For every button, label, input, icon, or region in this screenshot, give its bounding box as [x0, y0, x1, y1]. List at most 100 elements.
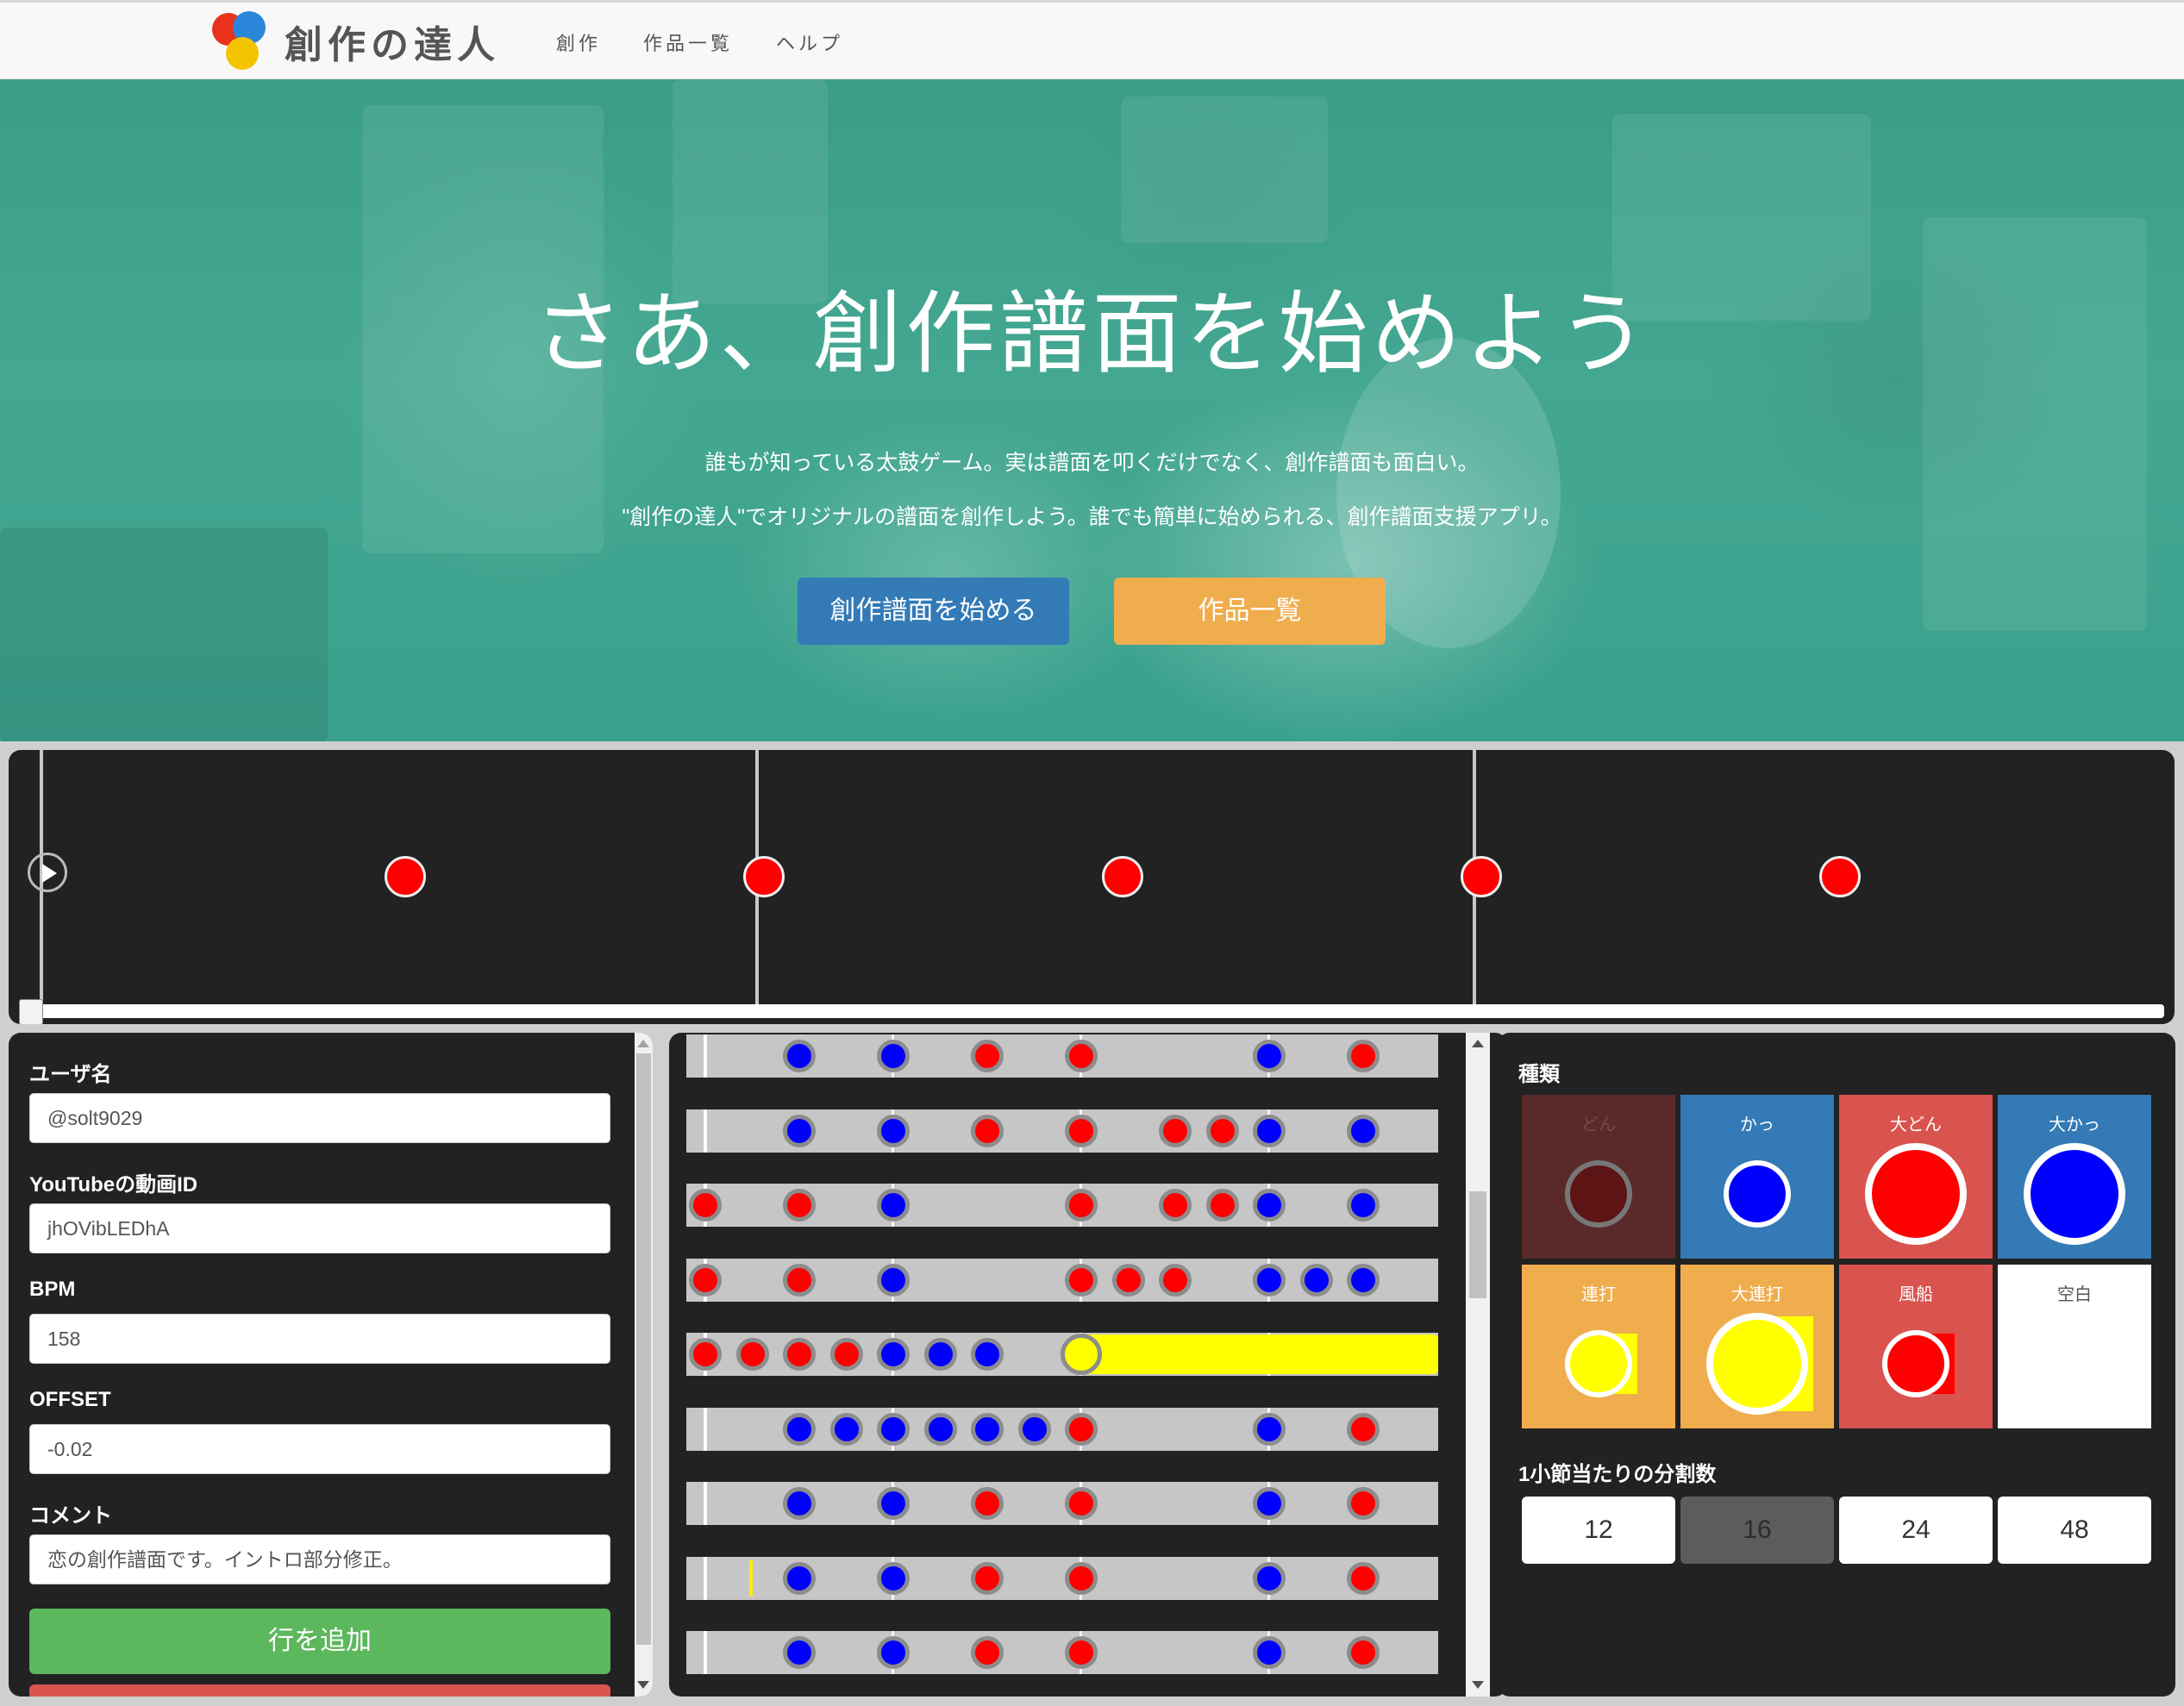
- delete-row-button[interactable]: [29, 1684, 610, 1697]
- note-don[interactable]: [1065, 1263, 1098, 1297]
- note-ka[interactable]: [1299, 1263, 1333, 1297]
- note-ka[interactable]: [877, 1040, 910, 1072]
- note-ka[interactable]: [923, 1412, 957, 1446]
- score-row[interactable]: [686, 1258, 1438, 1302]
- seek-bar[interactable]: [21, 1004, 2164, 1018]
- note-ka[interactable]: [877, 1487, 910, 1520]
- note-type-8[interactable]: 空白: [1998, 1265, 2151, 1428]
- score-row[interactable]: [686, 1109, 1438, 1153]
- note-ka[interactable]: [1253, 1114, 1286, 1147]
- scroll-up-icon[interactable]: [637, 1040, 649, 1047]
- note-don[interactable]: [1347, 1636, 1380, 1669]
- note-don[interactable]: [1065, 1114, 1098, 1147]
- note-ka[interactable]: [1017, 1412, 1051, 1446]
- note-type-5[interactable]: 連打: [1522, 1265, 1675, 1428]
- note-don[interactable]: [971, 1114, 1004, 1147]
- note-ka[interactable]: [1253, 1412, 1286, 1446]
- note-don[interactable]: [1159, 1114, 1192, 1147]
- note-don[interactable]: [1347, 1561, 1380, 1595]
- scroll-up-icon[interactable]: [1472, 1040, 1484, 1047]
- scrollbar-thumb[interactable]: [636, 1053, 651, 1645]
- note-type-1[interactable]: どん: [1522, 1095, 1675, 1259]
- note-ka[interactable]: [877, 1338, 910, 1371]
- note-ka[interactable]: [1253, 1189, 1286, 1222]
- score-editor[interactable]: [669, 1033, 1507, 1697]
- note-ka[interactable]: [1253, 1040, 1286, 1072]
- note-don[interactable]: [1347, 1487, 1380, 1520]
- note-type-7[interactable]: 風船: [1839, 1265, 1993, 1428]
- division-button-24[interactable]: 24: [1839, 1497, 1993, 1564]
- note-type-2[interactable]: かっ: [1680, 1095, 1834, 1259]
- note-don[interactable]: [783, 1189, 816, 1222]
- note-ka[interactable]: [877, 1561, 910, 1595]
- note-ka[interactable]: [783, 1561, 816, 1595]
- score-row[interactable]: [686, 1034, 1438, 1078]
- note-don[interactable]: [829, 1338, 863, 1371]
- note-ka[interactable]: [1347, 1189, 1380, 1222]
- score-row[interactable]: [686, 1482, 1438, 1525]
- note-don[interactable]: [1111, 1263, 1145, 1297]
- note-ka[interactable]: [1347, 1263, 1380, 1297]
- note-don[interactable]: [971, 1040, 1004, 1072]
- scroll-down-icon[interactable]: [1472, 1681, 1484, 1689]
- roll-bar[interactable]: [1081, 1334, 1438, 1374]
- note-ka[interactable]: [971, 1412, 1004, 1446]
- note-don[interactable]: [1065, 1040, 1098, 1072]
- note-roll[interactable]: [1061, 1334, 1102, 1375]
- note-ka[interactable]: [877, 1114, 910, 1147]
- note-ka[interactable]: [877, 1636, 910, 1669]
- offset-input[interactable]: -0.02: [29, 1424, 610, 1474]
- editor-scrollbar[interactable]: [1466, 1033, 1490, 1697]
- note-type-3[interactable]: 大どん: [1839, 1095, 1993, 1259]
- nav-link-works[interactable]: 作品一覧: [643, 28, 733, 56]
- note-don[interactable]: [1159, 1263, 1192, 1297]
- note-don[interactable]: [1205, 1189, 1239, 1222]
- logo-icon[interactable]: [212, 11, 274, 73]
- note-ka[interactable]: [1347, 1114, 1380, 1147]
- note-don[interactable]: [1065, 1561, 1098, 1595]
- add-row-button[interactable]: 行を追加: [29, 1609, 610, 1674]
- note-ka[interactable]: [971, 1338, 1004, 1371]
- note-don[interactable]: [1347, 1412, 1380, 1446]
- note-don[interactable]: [689, 1338, 722, 1371]
- score-row[interactable]: [686, 1556, 1438, 1600]
- form-scrollbar[interactable]: [635, 1033, 653, 1697]
- note-don[interactable]: [1159, 1189, 1192, 1222]
- note-don[interactable]: [783, 1263, 816, 1297]
- note-ka[interactable]: [783, 1412, 816, 1446]
- note-ka[interactable]: [923, 1338, 957, 1371]
- note-ka[interactable]: [877, 1412, 910, 1446]
- note-ka[interactable]: [877, 1263, 910, 1297]
- nav-link-help[interactable]: ヘルプ: [776, 28, 843, 56]
- note-don[interactable]: [1065, 1412, 1098, 1446]
- start-creating-button[interactable]: 創作譜面を始める: [798, 578, 1069, 645]
- note-ka[interactable]: [1253, 1636, 1286, 1669]
- comment-input[interactable]: 恋の創作譜面です。イントロ部分修正。: [29, 1534, 610, 1584]
- note-don[interactable]: [783, 1338, 816, 1371]
- video-player[interactable]: [9, 750, 2175, 1024]
- note-don[interactable]: [1065, 1636, 1098, 1669]
- note-don[interactable]: [689, 1189, 722, 1222]
- note-don[interactable]: [1065, 1189, 1098, 1222]
- note-don[interactable]: [735, 1338, 769, 1371]
- note-ka[interactable]: [1253, 1561, 1286, 1595]
- division-button-12[interactable]: 12: [1522, 1497, 1675, 1564]
- scrollbar-thumb[interactable]: [1469, 1191, 1486, 1298]
- note-ka[interactable]: [783, 1114, 816, 1147]
- note-ka[interactable]: [877, 1189, 910, 1222]
- video-id-input[interactable]: jhOVibLEDhA: [29, 1203, 610, 1253]
- score-row[interactable]: [686, 1184, 1438, 1227]
- username-input[interactable]: @solt9029: [29, 1093, 610, 1143]
- note-ka[interactable]: [783, 1636, 816, 1669]
- nav-link-create[interactable]: 創作: [556, 28, 601, 56]
- brand-title[interactable]: 創作の達人: [285, 14, 500, 69]
- note-type-4[interactable]: 大かっ: [1998, 1095, 2151, 1259]
- score-row[interactable]: [686, 1631, 1438, 1674]
- seek-handle[interactable]: [19, 999, 43, 1024]
- note-don[interactable]: [971, 1561, 1004, 1595]
- note-type-6[interactable]: 大連打: [1680, 1265, 1834, 1428]
- works-list-button[interactable]: 作品一覧: [1114, 578, 1386, 645]
- score-row[interactable]: [686, 1407, 1438, 1451]
- note-don[interactable]: [1347, 1040, 1380, 1072]
- bpm-input[interactable]: 158: [29, 1314, 610, 1364]
